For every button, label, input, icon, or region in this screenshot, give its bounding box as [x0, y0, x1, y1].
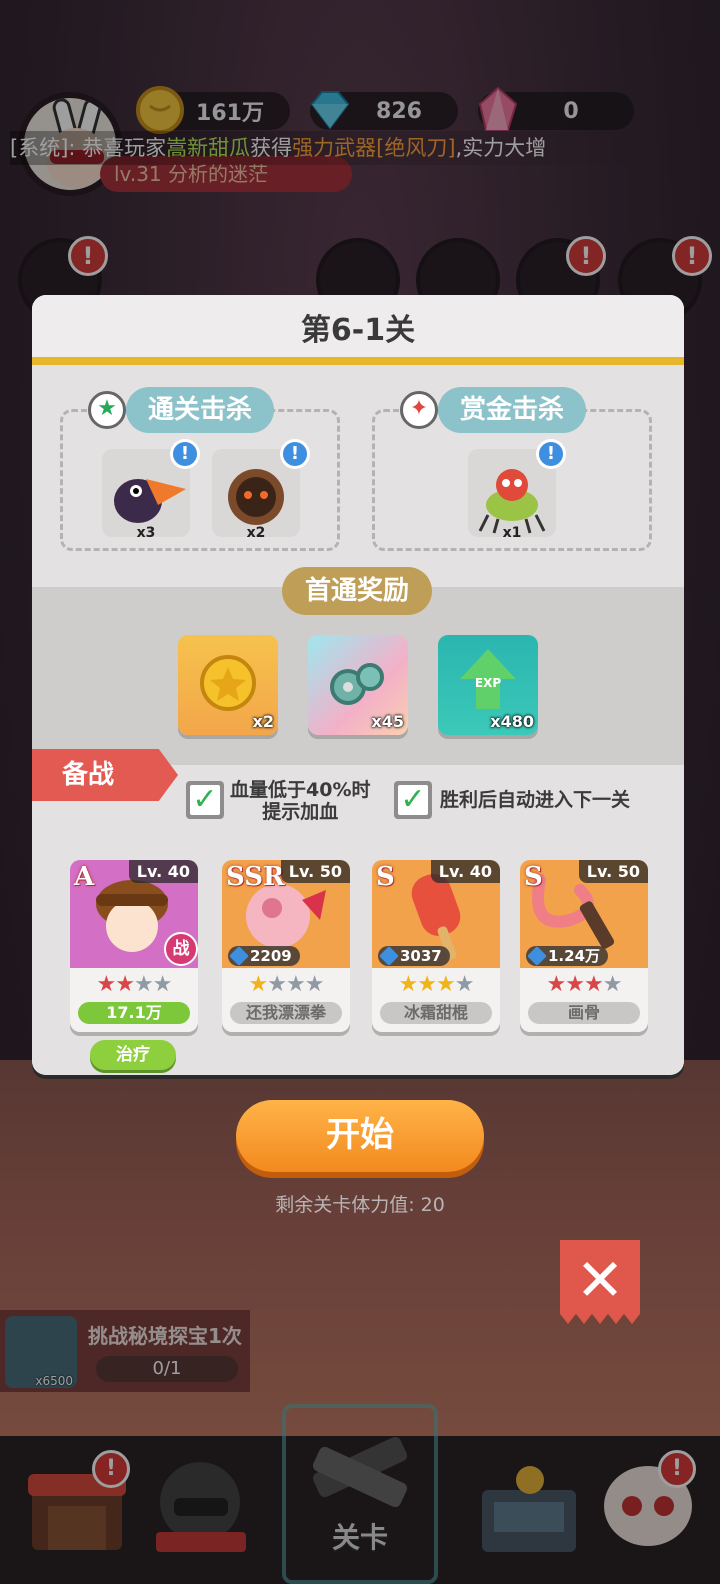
enemy-count: x1: [502, 525, 522, 541]
low-hp-label: 血量低于40%时 提示加血: [230, 779, 370, 823]
enemy-count: x2: [246, 525, 266, 541]
info-icon[interactable]: !: [536, 439, 566, 469]
reward-gears[interactable]: x45: [308, 635, 408, 735]
weapon-power: 2209: [228, 946, 300, 966]
low-hp-label-line2: 提示加血: [262, 801, 339, 823]
hero-hp-bar: 17.1万: [78, 1002, 190, 1024]
weapon-name: 画骨: [528, 1002, 640, 1024]
hero-rank: S: [524, 862, 543, 892]
hero-card[interactable]: A Lv. 40 战 ★★★★ 17.1万: [70, 860, 198, 1032]
close-icon: ✕: [575, 1246, 625, 1314]
heal-button[interactable]: 治疗: [90, 1040, 176, 1070]
enemy-toucan[interactable]: x3 !: [102, 439, 200, 541]
info-icon[interactable]: !: [170, 439, 200, 469]
stage-modal: 第6-1关 通关击杀 赏金击杀 ★ ✦ x3 ! x2 ! x1 ! 首通奖励 …: [32, 295, 684, 1075]
clear-kill-label: 通关击杀: [126, 387, 274, 433]
reward-count: x480: [490, 712, 534, 731]
hero-rank: S: [376, 862, 395, 892]
close-button[interactable]: ✕: [560, 1240, 640, 1324]
bounty-kill-label: 赏金击杀: [438, 387, 586, 433]
auto-next-checkbox[interactable]: ✓: [394, 781, 432, 819]
low-hp-label-line1: 血量低于40%时: [230, 779, 371, 801]
hero-rank: A: [74, 862, 95, 892]
hero-card[interactable]: S Lv. 40 3037 ★★★★ 冰霜甜棍: [372, 860, 500, 1032]
compass-star-icon: ✦: [400, 391, 438, 429]
hero-card[interactable]: SSR Lv. 50 2209 ★★★★ 还我漂漂拳: [222, 860, 350, 1032]
reward-exp[interactable]: EXP x480: [438, 635, 538, 735]
enemy-spiky[interactable]: x2 !: [212, 439, 310, 541]
low-hp-checkbox[interactable]: ✓: [186, 781, 224, 819]
hero-rank: SSR: [226, 862, 285, 892]
checkmark-icon: ✓: [190, 785, 220, 815]
stage-title: 第6-1关: [32, 295, 684, 365]
first-clear-label: 首通奖励: [282, 567, 432, 615]
prep-label: 备战: [32, 749, 178, 801]
auto-next-label: 胜利后自动进入下一关: [440, 789, 631, 811]
reward-count: x45: [371, 712, 404, 731]
hero-level: Lv. 50: [280, 860, 350, 883]
reward-gold-coin[interactable]: x2: [178, 635, 278, 735]
hero-card[interactable]: S Lv. 50 1.24万 ★★★★ 画骨: [520, 860, 648, 1032]
start-button[interactable]: 开始: [236, 1100, 484, 1172]
hero-level: Lv. 50: [578, 860, 648, 883]
exp-icon-text: EXP: [475, 676, 501, 690]
stamina-text: 剩余关卡体力值: 20: [275, 1194, 445, 1216]
weapon-power: 3037: [378, 946, 450, 966]
star-icon: ★: [88, 391, 126, 429]
hero-stars: ★★★★: [398, 972, 475, 997]
checkmark-icon: ✓: [398, 785, 428, 815]
hero-stars: ★★★★: [96, 972, 173, 997]
enemy-flytrap[interactable]: x1 !: [468, 439, 566, 541]
weapon-name: 冰霜甜棍: [380, 1002, 492, 1024]
hero-level: Lv. 40: [430, 860, 500, 883]
weapon-name: 还我漂漂拳: [230, 1002, 342, 1024]
hero-stars: ★★★★: [546, 972, 623, 997]
hero-level: Lv. 40: [128, 860, 198, 883]
reward-count: x2: [252, 712, 274, 731]
enemy-count: x3: [136, 525, 156, 541]
hero-stars: ★★★★: [248, 972, 325, 997]
info-icon[interactable]: !: [280, 439, 310, 469]
battle-tag: 战: [164, 932, 198, 966]
weapon-power: 1.24万: [526, 946, 609, 966]
title-stripe: [32, 357, 684, 365]
